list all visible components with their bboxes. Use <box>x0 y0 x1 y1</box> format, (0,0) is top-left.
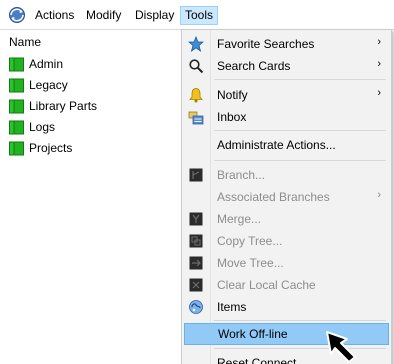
tree-column-header[interactable]: Name <box>9 35 41 49</box>
menu-item-notify[interactable]: Notify › <box>182 84 391 106</box>
menu-separator <box>214 320 386 321</box>
bell-icon <box>189 88 203 103</box>
menu-item-move-tree[interactable]: Move Tree... <box>182 252 391 274</box>
menu-item-items[interactable]: Items <box>182 296 391 318</box>
menu-item-clear-local-cache[interactable]: Clear Local Cache <box>182 274 391 296</box>
merge-icon <box>189 212 203 226</box>
menu-item-label: Administrate Actions... <box>217 138 336 152</box>
menu-display[interactable]: Display <box>131 6 178 25</box>
menu-item-label: Search Cards <box>217 59 291 73</box>
menu-separator <box>214 79 386 80</box>
menu-item-merge[interactable]: Merge... <box>182 208 391 230</box>
clear-cache-icon <box>189 278 203 292</box>
menu-item-label: Copy Tree... <box>217 234 283 248</box>
menu-item-label: Branch... <box>217 168 266 182</box>
menu-item-administrate-actions[interactable]: Administrate Actions... <box>182 134 391 156</box>
menu-item-label: Notify <box>217 88 248 102</box>
menu-item-label: Clear Local Cache <box>217 278 316 292</box>
menu-item-label: Favorite Searches <box>217 37 315 51</box>
tree-item-label: Admin <box>29 57 64 71</box>
menu-item-label: Move Tree... <box>217 256 284 270</box>
tools-dropdown-menu: Favorite Searches › Search Cards › Notif… <box>181 29 392 364</box>
menu-item-label: Inbox <box>217 110 247 124</box>
tree-item-label: Library Parts <box>29 99 98 113</box>
menu-item-branch[interactable]: Branch... <box>182 164 391 186</box>
menu-item-label: Merge... <box>217 212 262 226</box>
folder-icon <box>9 141 24 156</box>
submenu-arrow-icon: › <box>377 87 381 99</box>
menu-item-inbox[interactable]: Inbox <box>182 106 391 128</box>
star-icon <box>188 36 204 52</box>
move-tree-icon <box>189 256 203 270</box>
folder-icon <box>9 120 24 135</box>
mouse-cursor-icon <box>326 331 356 363</box>
menu-tools[interactable]: Tools <box>180 6 219 25</box>
menu-separator <box>214 130 386 131</box>
inbox-icon <box>188 111 204 125</box>
app-logo-icon[interactable] <box>8 6 26 24</box>
branch-icon <box>189 168 203 182</box>
menu-item-associated-branches[interactable]: Associated Branches › <box>182 186 391 208</box>
menu-item-label: Work Off-line <box>218 327 288 341</box>
folder-icon <box>9 78 24 93</box>
menu-separator <box>214 160 386 161</box>
tree-item-label: Projects <box>29 141 73 155</box>
menu-item-label: Reset Connect... <box>217 356 307 364</box>
menu-item-label: Associated Branches <box>217 190 330 204</box>
menu-item-copy-tree[interactable]: Copy Tree... <box>182 230 391 252</box>
menu-bar: Actions Modify Display Tools <box>0 0 394 30</box>
submenu-arrow-icon: › <box>377 58 381 70</box>
menu-actions[interactable]: Actions <box>31 6 78 25</box>
magnifier-icon <box>189 59 204 74</box>
menu-item-search-cards[interactable]: Search Cards › <box>182 55 391 77</box>
folder-icon <box>9 99 24 114</box>
folder-icon <box>9 57 24 72</box>
submenu-arrow-icon: › <box>377 36 381 48</box>
menu-modify[interactable]: Modify <box>82 6 125 25</box>
tree-item-label: Logs <box>29 120 56 134</box>
menu-item-favorite-searches[interactable]: Favorite Searches › <box>182 33 391 55</box>
submenu-arrow-icon: › <box>377 189 381 201</box>
tree-item-label: Legacy <box>29 78 68 92</box>
menu-item-label: Items <box>217 300 247 314</box>
copy-tree-icon <box>189 234 203 248</box>
items-icon <box>189 300 203 314</box>
